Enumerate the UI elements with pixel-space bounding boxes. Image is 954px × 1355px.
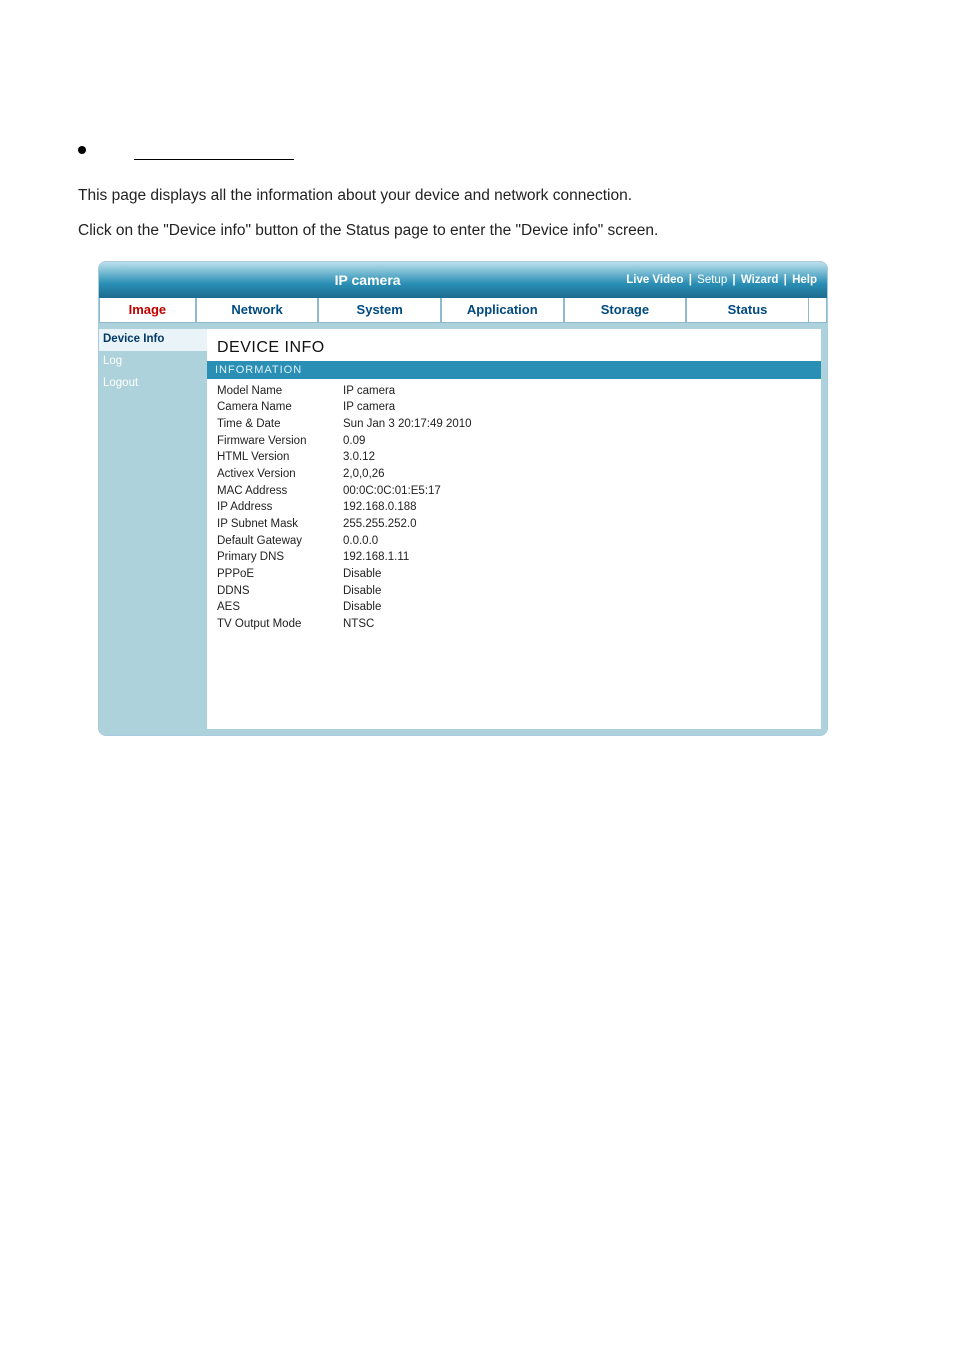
- table-row: DDNSDisable: [217, 583, 811, 600]
- panel-title: IP camera: [109, 272, 626, 288]
- link-setup[interactable]: Setup: [697, 274, 727, 286]
- value: Disable: [343, 566, 811, 583]
- label: Activex Version: [217, 466, 343, 483]
- value: IP camera: [343, 399, 811, 416]
- main-content: DEVICE INFO INFORMATION Model NameIP cam…: [207, 329, 821, 729]
- value: 192.168.1.11: [343, 549, 811, 566]
- link-help[interactable]: Help: [792, 274, 817, 286]
- value: NTSC: [343, 616, 811, 633]
- main-title: DEVICE INFO: [207, 329, 821, 361]
- tab-gap: [809, 298, 827, 323]
- bullet-icon: [78, 146, 86, 154]
- value: 3.0.12: [343, 449, 811, 466]
- panel-header: IP camera Live Video | Setup | Wizard | …: [99, 262, 827, 298]
- info-table: Model NameIP camera Camera NameIP camera…: [207, 379, 821, 693]
- sidebar-item-logout[interactable]: Logout: [99, 373, 207, 395]
- sep: |: [689, 274, 692, 286]
- sep: |: [732, 274, 735, 286]
- sep: |: [784, 274, 787, 286]
- sidebar-item-device-info[interactable]: Device Info: [99, 329, 207, 351]
- value: IP camera: [343, 383, 811, 400]
- table-row: PPPoEDisable: [217, 566, 811, 583]
- label: Firmware Version: [217, 433, 343, 450]
- value: Disable: [343, 583, 811, 600]
- value: 00:0C:0C:01:E5:17: [343, 483, 811, 500]
- tab-image[interactable]: Image: [99, 298, 196, 323]
- underline-placeholder: [134, 140, 294, 160]
- sidebar: Device Info Log Logout: [99, 323, 207, 735]
- label: TV Output Mode: [217, 616, 343, 633]
- label: IP Subnet Mask: [217, 516, 343, 533]
- tab-storage[interactable]: Storage: [564, 298, 687, 323]
- value: 255.255.252.0: [343, 516, 811, 533]
- label: Primary DNS: [217, 549, 343, 566]
- value: 0.0.0.0: [343, 533, 811, 550]
- table-row: IP Address192.168.0.188: [217, 499, 811, 516]
- value: Sun Jan 3 20:17:49 2010: [343, 416, 811, 433]
- table-row: Model NameIP camera: [217, 383, 811, 400]
- header-links: Live Video | Setup | Wizard | Help: [626, 274, 817, 286]
- value: 192.168.0.188: [343, 499, 811, 516]
- tab-application[interactable]: Application: [441, 298, 564, 323]
- table-row: Firmware Version0.09: [217, 433, 811, 450]
- label: PPPoE: [217, 566, 343, 583]
- label: Default Gateway: [217, 533, 343, 550]
- label: DDNS: [217, 583, 343, 600]
- value: Disable: [343, 599, 811, 616]
- sidebar-item-log[interactable]: Log: [99, 351, 207, 373]
- label: IP Address: [217, 499, 343, 516]
- table-row: Default Gateway0.0.0.0: [217, 533, 811, 550]
- table-row: IP Subnet Mask255.255.252.0: [217, 516, 811, 533]
- value: 2,0,0,26: [343, 466, 811, 483]
- intro-line-2: Click on the "Device info" button of the…: [78, 219, 876, 242]
- table-row: HTML Version3.0.12: [217, 449, 811, 466]
- value: 0.09: [343, 433, 811, 450]
- intro-line-1: This page displays all the information a…: [78, 184, 876, 207]
- body-row: Device Info Log Logout DEVICE INFO INFOR…: [99, 323, 827, 735]
- label: Time & Date: [217, 416, 343, 433]
- table-row: MAC Address00:0C:0C:01:E5:17: [217, 483, 811, 500]
- bullet-row: [78, 140, 876, 160]
- device-info-panel: IP camera Live Video | Setup | Wizard | …: [98, 261, 828, 736]
- label: Model Name: [217, 383, 343, 400]
- section-bar: INFORMATION: [207, 361, 821, 379]
- table-row: Time & DateSun Jan 3 20:17:49 2010: [217, 416, 811, 433]
- table-row: Primary DNS192.168.1.11: [217, 549, 811, 566]
- link-wizard[interactable]: Wizard: [741, 274, 779, 286]
- tabs-row: Image Network System Application Storage…: [99, 298, 827, 323]
- label: HTML Version: [217, 449, 343, 466]
- tab-status[interactable]: Status: [686, 298, 809, 323]
- tab-network[interactable]: Network: [196, 298, 319, 323]
- table-row: TV Output ModeNTSC: [217, 616, 811, 633]
- tab-system[interactable]: System: [318, 298, 441, 323]
- label: MAC Address: [217, 483, 343, 500]
- label: AES: [217, 599, 343, 616]
- table-row: AESDisable: [217, 599, 811, 616]
- label: Camera Name: [217, 399, 343, 416]
- link-live-video[interactable]: Live Video: [626, 274, 683, 286]
- table-row: Camera NameIP camera: [217, 399, 811, 416]
- table-row: Activex Version2,0,0,26: [217, 466, 811, 483]
